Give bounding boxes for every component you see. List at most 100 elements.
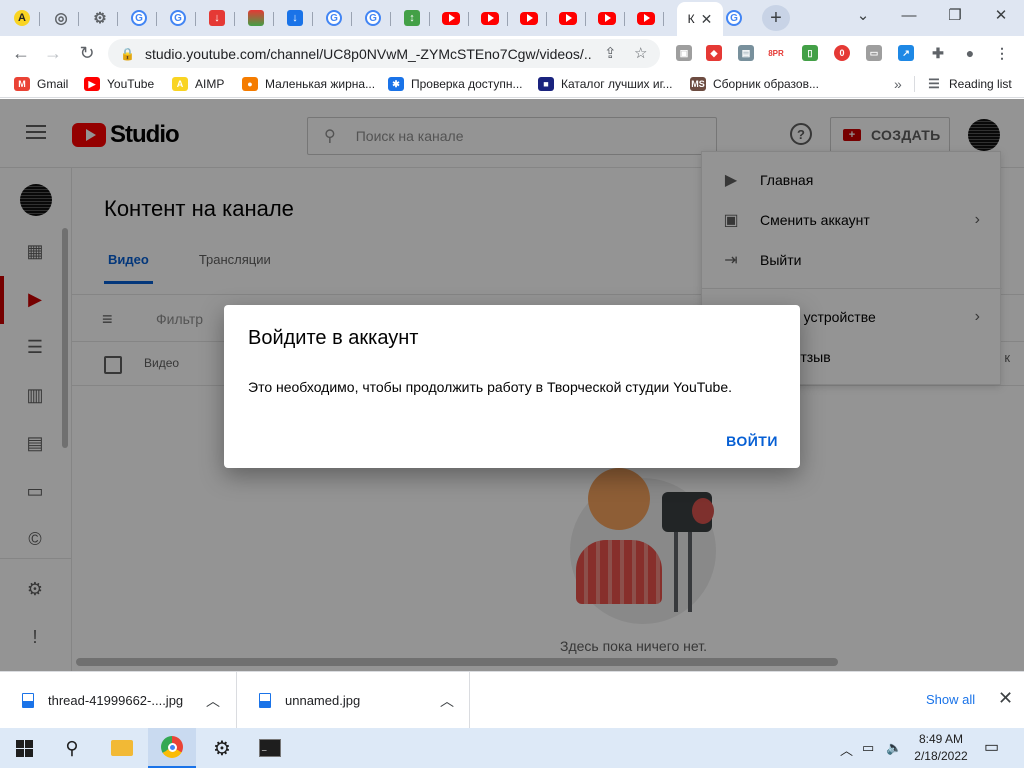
tab[interactable]: G: [355, 4, 391, 32]
tab[interactable]: [433, 4, 469, 32]
google-icon: G: [365, 10, 381, 26]
google-icon: G: [170, 10, 186, 26]
show-all-downloads-link[interactable]: Show all: [926, 692, 975, 707]
clock-time: 8:49 AM: [918, 732, 964, 746]
bookmark-label: AIMP: [195, 77, 225, 91]
chrome-taskbar-button[interactable]: [148, 728, 196, 768]
maximize-button[interactable]: ❐: [932, 0, 978, 30]
chevron-up-icon[interactable]: ︿: [840, 740, 853, 759]
reading-list-button[interactable]: ☰ Reading list: [926, 75, 1012, 93]
bookmark-item[interactable]: A AIMP: [172, 75, 224, 93]
bookmark-star-icon[interactable]: ☆: [634, 44, 647, 62]
tab-search-button[interactable]: ⌄: [840, 0, 886, 30]
file-explorer-button[interactable]: [98, 728, 146, 768]
close-tab-icon[interactable]: ✕: [701, 11, 713, 28]
extension-icon[interactable]: ↗: [898, 45, 914, 61]
browser-toolbar: ← → ↻ 🔒 studio.youtube.com/channel/UC8p0…: [0, 36, 1024, 70]
tab[interactable]: ↓: [277, 4, 313, 32]
gear-globe-icon: ✱: [388, 77, 404, 91]
dialog-text: Это необходимо, чтобы продолжить работу …: [248, 379, 733, 395]
youtube-icon: [442, 11, 460, 25]
profile-icon[interactable]: ●: [962, 45, 978, 61]
chevron-up-icon[interactable]: ︿: [206, 691, 220, 711]
tab[interactable]: G: [716, 4, 752, 32]
active-tab-label: К: [687, 12, 695, 26]
gmail-icon: M: [14, 77, 30, 91]
windows-taskbar: ⚲ ⚙ _ ︿ ▭ 🔈 8:49 AM 2/18/2022 ▭: [0, 728, 1024, 768]
extension-icon[interactable]: ▤: [738, 45, 754, 61]
extension-icon[interactable]: 0: [834, 45, 850, 61]
flame-icon: ●: [242, 77, 258, 91]
sign-in-dialog: Войдите в аккаунт Это необходимо, чтобы …: [224, 305, 800, 468]
aimp-icon: A: [172, 77, 188, 91]
terminal-icon: _: [259, 739, 281, 757]
extension-icon[interactable]: ◆: [706, 45, 722, 61]
volume-icon[interactable]: 🔈: [886, 740, 902, 756]
tab[interactable]: [589, 4, 625, 32]
settings-gear-icon[interactable]: ⚙: [198, 728, 246, 768]
bookmark-item[interactable]: ▶ YouTube: [84, 75, 154, 93]
tab[interactable]: G: [160, 4, 196, 32]
extension-icon[interactable]: ▣: [676, 45, 692, 61]
bookmark-item[interactable]: ✱ Проверка доступн...: [388, 75, 523, 93]
image-file-icon: [22, 693, 34, 708]
tab[interactable]: [628, 4, 664, 32]
tab[interactable]: ↕: [394, 4, 430, 32]
chrome-icon: [161, 736, 183, 758]
tab[interactable]: ◎: [43, 4, 79, 32]
reload-button[interactable]: ↻: [74, 40, 100, 66]
folder-icon: [111, 740, 133, 756]
tab[interactable]: A: [4, 4, 40, 32]
terminal-button[interactable]: _: [246, 728, 294, 768]
extension-icon[interactable]: ▯: [802, 45, 818, 61]
bookmark-item[interactable]: ● Маленькая жирна...: [242, 75, 375, 93]
tab[interactable]: ↓: [199, 4, 235, 32]
chromium-icon: ◎: [54, 10, 68, 27]
start-button[interactable]: [0, 728, 48, 768]
extension-icon[interactable]: 8PR: [768, 45, 784, 61]
download-item[interactable]: unnamed.jpg ︿: [237, 672, 470, 729]
minimize-button[interactable]: —: [886, 0, 932, 30]
network-icon[interactable]: ▭: [862, 740, 874, 756]
new-tab-button[interactable]: +: [762, 5, 790, 31]
settings-gear-icon: ⚙: [93, 10, 107, 27]
google-icon: G: [131, 10, 147, 26]
bookmarks-overflow-button[interactable]: »: [894, 75, 902, 93]
address-bar[interactable]: 🔒 studio.youtube.com/channel/UC8p0NVwM_-…: [108, 39, 660, 68]
reading-list-label: Reading list: [949, 77, 1012, 91]
forward-button[interactable]: →: [40, 40, 66, 66]
tab[interactable]: G: [316, 4, 352, 32]
menu-kebab-icon[interactable]: ⋮: [994, 45, 1010, 61]
tab-strip: A ◎ ⚙ G G ↓ ↓ G G ↕ К ✕ G + ⌄ — ❐ ✕: [0, 0, 1024, 36]
taskbar-clock[interactable]: 8:49 AM 2/18/2022: [908, 731, 974, 765]
tab[interactable]: [472, 4, 508, 32]
search-icon[interactable]: ⚲: [48, 728, 96, 768]
youtube-icon: [598, 11, 616, 25]
download-item[interactable]: thread-41999662-....jpg ︿: [0, 672, 237, 729]
tab[interactable]: [550, 4, 586, 32]
extensions-puzzle-icon[interactable]: ✚: [930, 45, 946, 61]
tab[interactable]: ⚙: [82, 4, 118, 32]
close-window-button[interactable]: ✕: [978, 0, 1024, 30]
tab[interactable]: [238, 4, 274, 32]
youtube-icon: [520, 11, 538, 25]
share-icon[interactable]: ⇪: [604, 44, 617, 62]
extension-icon[interactable]: ▭: [866, 45, 882, 61]
close-icon[interactable]: ✕: [998, 688, 1013, 709]
bookmark-item[interactable]: M Gmail: [14, 75, 68, 93]
chevron-up-icon[interactable]: ︿: [440, 691, 454, 711]
download-filename: unnamed.jpg: [285, 693, 361, 708]
sign-in-button[interactable]: ВОЙТИ: [712, 423, 792, 459]
google-icon: G: [326, 10, 342, 26]
windows-logo-icon: [15, 739, 33, 757]
bookmark-item[interactable]: ■ Каталог лучших иг...: [538, 75, 673, 93]
notifications-icon[interactable]: ▭: [984, 737, 999, 757]
back-button[interactable]: ←: [8, 40, 34, 66]
bookmark-label: YouTube: [107, 77, 155, 91]
bookmark-label: Маленькая жирна...: [265, 77, 376, 91]
lock-icon: 🔒: [120, 46, 135, 61]
google-icon: G: [726, 10, 742, 26]
tab[interactable]: G: [121, 4, 157, 32]
tab[interactable]: [511, 4, 547, 32]
bookmark-item[interactable]: MS Сборник образов...: [690, 75, 819, 93]
